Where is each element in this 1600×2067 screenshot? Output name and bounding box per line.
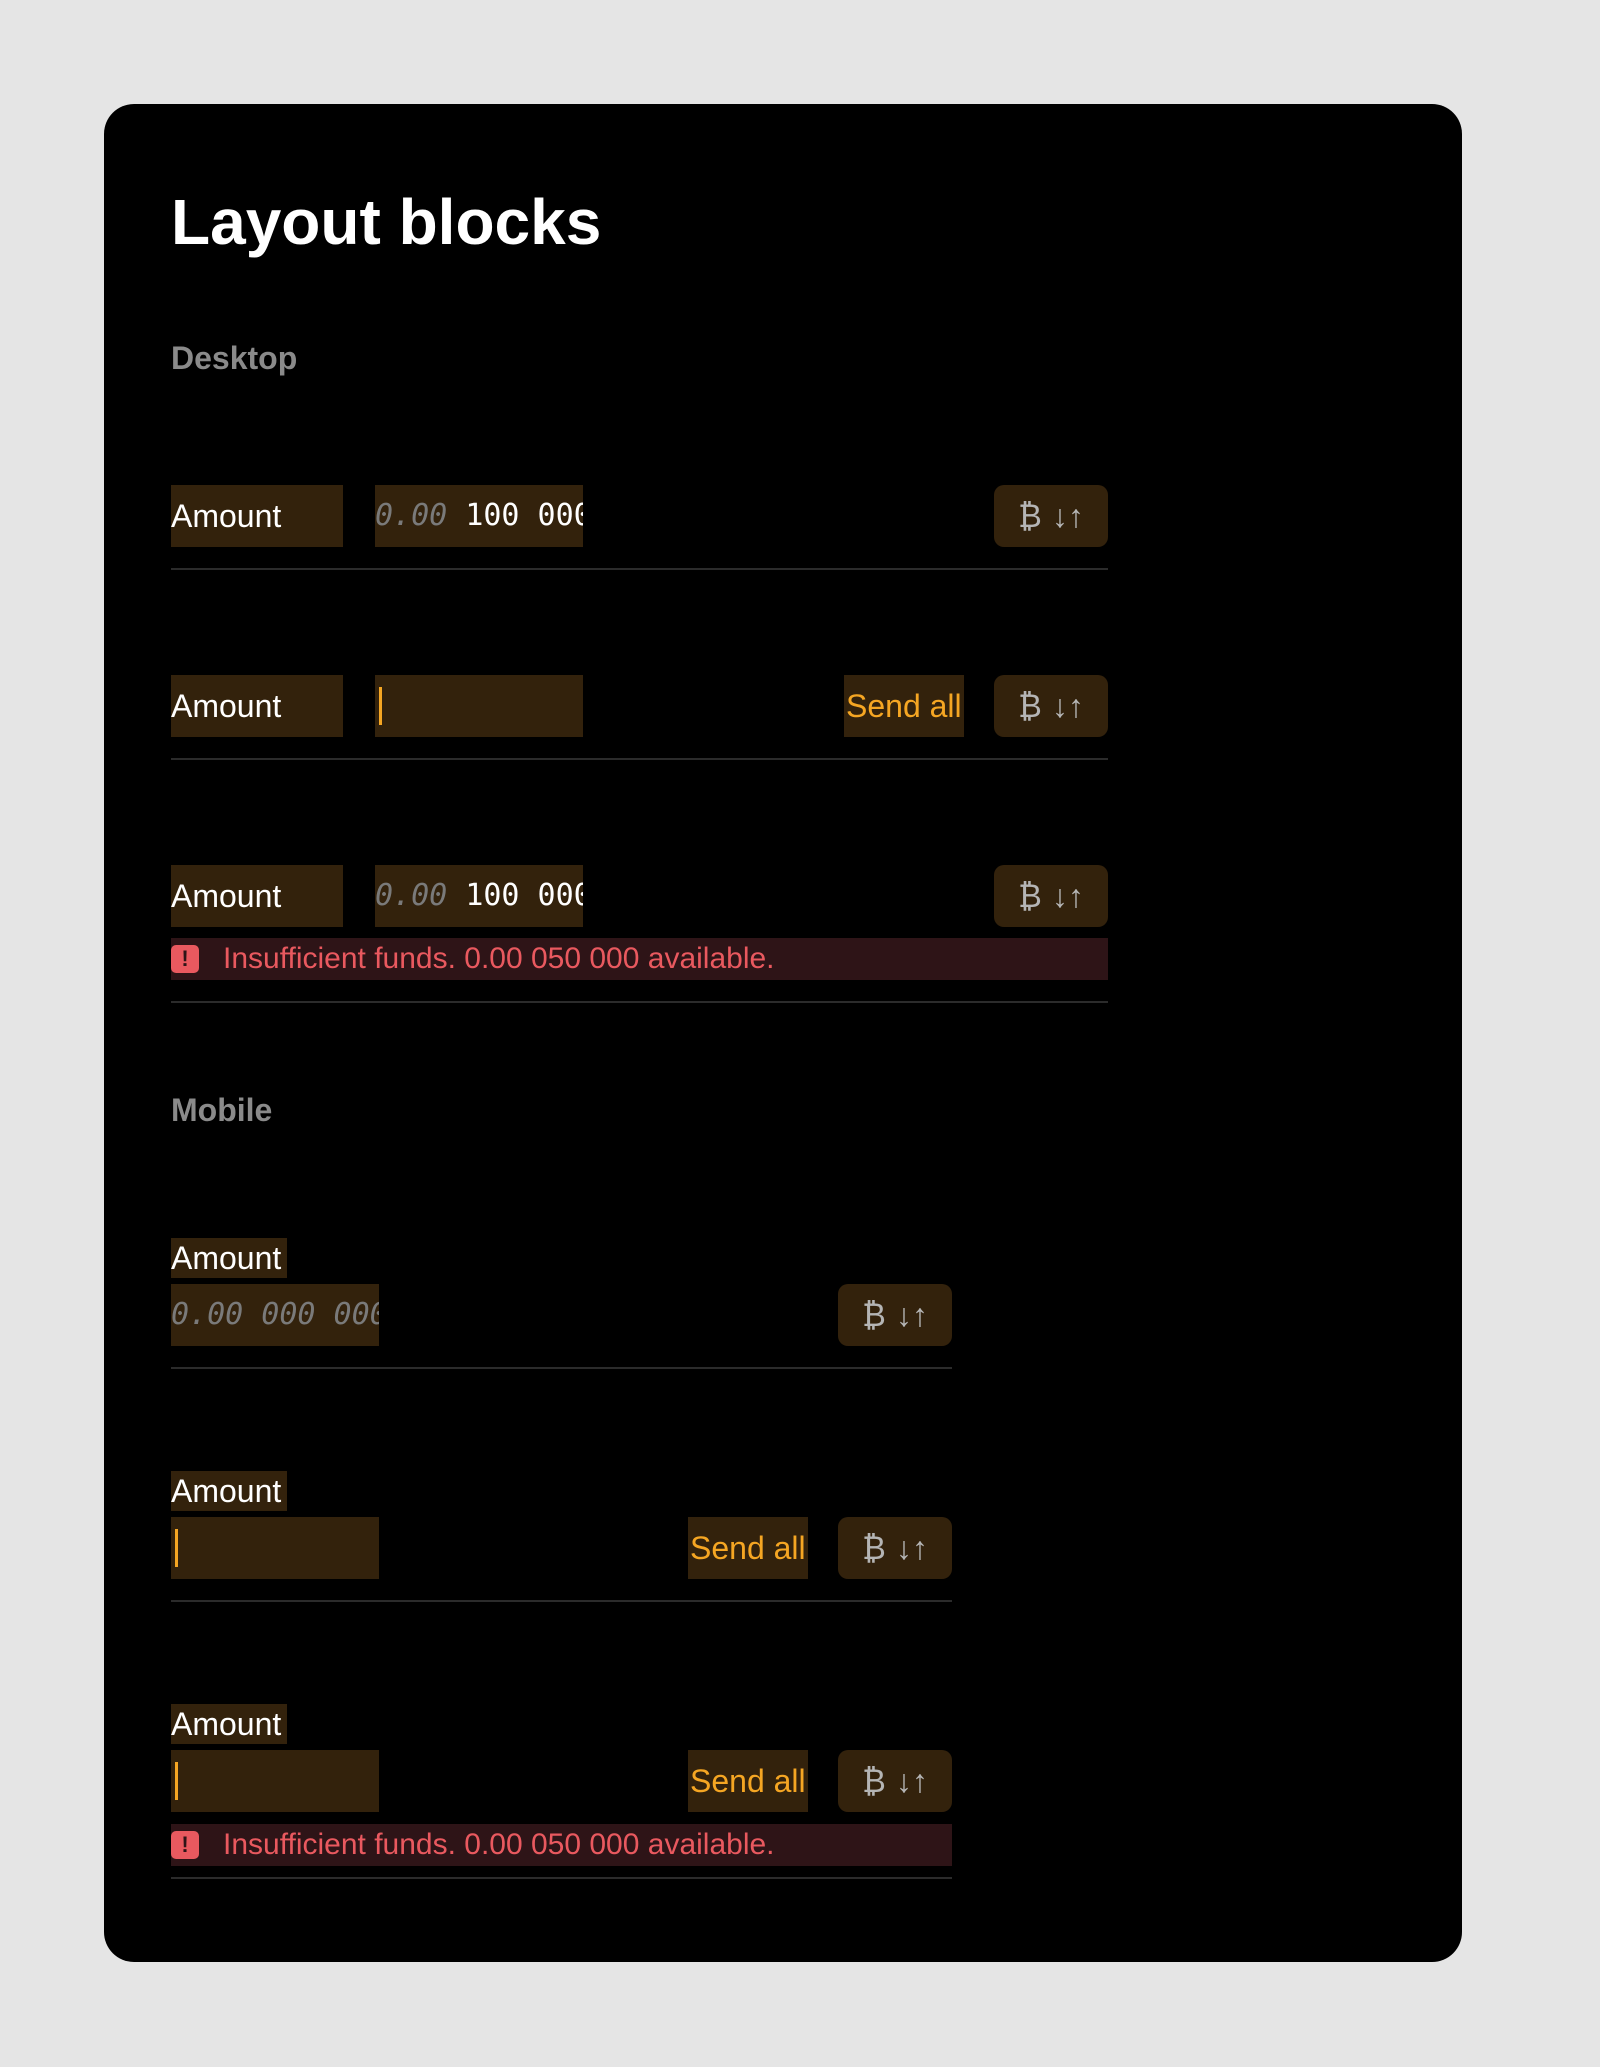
alert-icon: ! [171, 945, 199, 973]
unit-toggle-button[interactable]: ₿ ↓↑ [838, 1750, 952, 1812]
layout-card: Layout blocks Desktop Amount 0.00 100 00… [104, 104, 1462, 1962]
unit-toggle-button[interactable]: ₿ ↓↑ [994, 675, 1108, 737]
text-caret [175, 1529, 178, 1567]
divider [171, 568, 1108, 570]
send-all-button[interactable]: Send all [844, 675, 964, 737]
swap-arrows-icon: ↓↑ [1051, 878, 1084, 914]
amount-placeholder: 0.00 [375, 878, 448, 913]
amount-input[interactable] [171, 1517, 379, 1579]
amount-input[interactable] [375, 675, 583, 737]
bitcoin-icon: ₿ [862, 1763, 886, 1799]
amount-label: Amount [171, 485, 343, 547]
mobile-section-label: Mobile [171, 1092, 273, 1128]
amount-placeholder: 0.00 000 000 [171, 1297, 379, 1332]
amount-label: Amount [171, 1238, 287, 1278]
amount-input[interactable] [171, 1750, 379, 1812]
amount-input[interactable]: 0.00 000 000 [171, 1284, 379, 1346]
amount-value: 100 000 [465, 878, 583, 913]
amount-value: 100 000 [465, 498, 583, 533]
unit-toggle-button[interactable]: ₿ ↓↑ [838, 1284, 952, 1346]
bitcoin-icon: ₿ [1018, 688, 1042, 724]
send-all-button[interactable]: Send all [688, 1517, 808, 1579]
amount-label: Amount [171, 1471, 287, 1511]
text-caret [175, 1762, 178, 1800]
unit-toggle-button[interactable]: ₿ ↓↑ [838, 1517, 952, 1579]
amount-input[interactable]: 0.00 100 000 [375, 865, 583, 927]
swap-arrows-icon: ↓↑ [895, 1763, 928, 1799]
bitcoin-icon: ₿ [1018, 498, 1042, 534]
divider [171, 1877, 952, 1879]
swap-arrows-icon: ↓↑ [1051, 688, 1084, 724]
amount-label: Amount [171, 865, 343, 927]
swap-arrows-icon: ↓↑ [895, 1530, 928, 1566]
error-text: Insufficient funds. 0.00 050 000 availab… [223, 942, 775, 975]
bitcoin-icon: ₿ [862, 1297, 886, 1333]
divider [171, 1367, 952, 1369]
amount-label: Amount [171, 1704, 287, 1744]
error-message: ! Insufficient funds. 0.00 050 000 avail… [171, 1824, 952, 1866]
desktop-section-label: Desktop [171, 340, 298, 376]
page-title: Layout blocks [171, 186, 602, 258]
amount-input[interactable]: 0.00 100 000 [375, 485, 583, 547]
amount-label: Amount [171, 675, 343, 737]
divider [171, 1600, 952, 1602]
error-message: ! Insufficient funds. 0.00 050 000 avail… [171, 938, 1108, 980]
send-all-button[interactable]: Send all [688, 1750, 808, 1812]
error-text: Insufficient funds. 0.00 050 000 availab… [223, 1828, 775, 1861]
bitcoin-icon: ₿ [862, 1530, 886, 1566]
divider [171, 1001, 1108, 1003]
bitcoin-icon: ₿ [1018, 878, 1042, 914]
divider [171, 758, 1108, 760]
alert-icon: ! [171, 1831, 199, 1859]
amount-placeholder: 0.00 [375, 498, 448, 533]
swap-arrows-icon: ↓↑ [895, 1297, 928, 1333]
unit-toggle-button[interactable]: ₿ ↓↑ [994, 865, 1108, 927]
text-caret [379, 687, 382, 725]
unit-toggle-button[interactable]: ₿ ↓↑ [994, 485, 1108, 547]
swap-arrows-icon: ↓↑ [1051, 498, 1084, 534]
